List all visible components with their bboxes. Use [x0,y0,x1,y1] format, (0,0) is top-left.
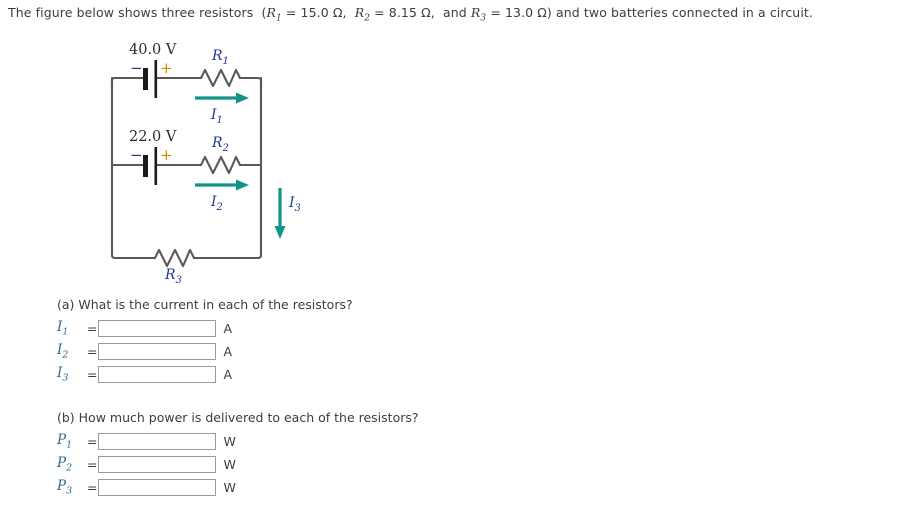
answer-row-p2: P2 = W [57,455,419,474]
equals-sign-p3: = [87,480,98,495]
current-arrow-i1-head [236,92,249,104]
resistor-r3-symbol [153,248,196,268]
question-section-a: (a) What is the current in each of the r… [57,297,353,388]
resistor-r3-label: R3 [164,267,182,285]
problem-statement-lead: The figure below shows three resistors [8,5,254,20]
and-word: and [442,5,467,20]
unit-i1: A [223,321,233,336]
answer-label-i3: I3 [57,365,69,384]
battery-1-voltage-label: 40.0 V [129,42,177,58]
battery-2-minus-sign: − [130,146,143,164]
equals-sign-p1: = [87,434,98,449]
current-i1-input[interactable] [98,320,217,337]
answer-row-i1: I1 = A [57,319,353,338]
answer-label-i1: I1 [57,319,69,338]
unit-i2: A [223,344,233,359]
current-i3-input[interactable] [98,366,217,383]
unit-p1: W [223,434,236,449]
current-i2-input[interactable] [98,343,217,360]
unit-i3: A [223,367,233,382]
wire-top-left [110,76,145,90]
r2-subscript: 2 [364,13,371,24]
battery-1-negative-plate [143,68,148,90]
wire-r1-to-right-rail [238,76,263,90]
power-p1-input[interactable] [98,433,217,450]
problem-statement-values: (R1 = 15.0 Ω, R2 = 8.15 Ω, and R3 = 13.0… [261,5,552,24]
wire-right-vertical [230,76,263,260]
unit-p2: W [223,457,236,472]
answer-row-i2: I2 = A [57,342,353,361]
current-i3-label: I3 [288,195,301,214]
answer-row-p1: P1 = W [57,432,419,451]
r3-value: = 13.0 Ω [490,5,547,20]
unit-p3: W [223,480,236,495]
equals-sign-p2: = [87,457,98,472]
battery-1-positive-plate [154,60,158,98]
answer-row-p3: P3 = W [57,478,419,497]
battery-2-plus-sign: + [160,146,173,164]
battery-2-positive-plate [154,147,158,185]
question-a-text: (a) What is the current in each of the r… [57,297,353,312]
r1-value: = 15.0 Ω, [285,5,347,20]
current-i1-label: I1 [210,107,223,126]
resistor-r1-label: R1 [211,48,229,67]
question-section-b: (b) How much power is delivered to each … [57,410,419,501]
wire-left-vertical [110,76,150,260]
equals-sign-i2: = [87,344,98,359]
battery-2-negative-plate [143,155,148,177]
answer-row-i3: I3 = A [57,365,353,384]
battery-1-plus-sign: + [160,59,173,77]
r2-value: = 8.15 Ω, [374,5,435,20]
power-p2-input[interactable] [98,456,217,473]
battery-1-minus-sign: − [130,59,143,77]
r3-symbol: R [470,5,481,20]
resistor-r1-symbol [199,68,242,88]
problem-statement-tail: and two batteries connected in a circuit… [555,5,813,20]
problem-statement: The figure below shows three resistors (… [8,5,813,24]
current-i2-label: I2 [210,194,223,213]
r1-symbol: R [266,5,276,20]
answer-label-p2: P2 [57,455,73,474]
answer-label-i2: I2 [57,342,69,361]
power-p3-input[interactable] [98,479,217,496]
equals-sign-i1: = [87,321,98,336]
circuit-diagram: 40.0 V − + 22.0 V − + R1 R2 R3 I1 I2 I3 [0,30,340,285]
answer-label-p1: P1 [57,432,73,451]
resistor-r2-label: R2 [211,135,229,154]
r2-symbol: R [354,5,365,20]
answer-label-p3: P3 [57,478,73,497]
battery-2-voltage-label: 22.0 V [129,129,177,145]
equals-sign-i3: = [87,367,98,382]
current-arrow-i2-head [236,179,249,191]
resistor-r2-symbol [199,155,242,175]
r1-subscript: 1 [275,13,282,24]
r3-subscript: 3 [480,13,487,24]
question-b-text: (b) How much power is delivered to each … [57,410,419,425]
current-arrow-i3-head [274,226,286,239]
